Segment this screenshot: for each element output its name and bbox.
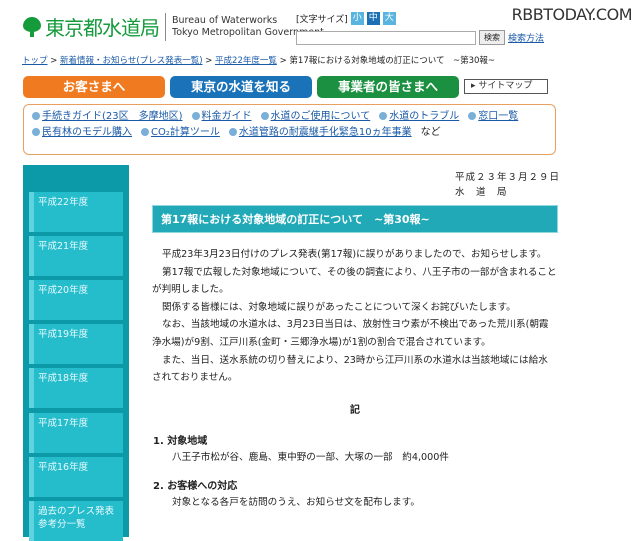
link-trouble[interactable]: 水道のトラブル [389,111,459,122]
section-heading: 1. 対象地域 [153,436,208,447]
bullet-icon [32,112,40,120]
section-text: 対象となる各戸を訪問のうえ、お知らせ文を配布します。 [172,497,420,508]
breadcrumb-h22[interactable]: 平成22年度一覧 [215,56,277,66]
watermark: RBBTODAY.COM [511,5,633,24]
bullet-icon [468,112,477,120]
sidebar-item-archive[interactable]: 過去のプレス発表参考分一覧 [29,501,123,541]
breadcrumb-current: 第17報における対象地域の訂正について ~第30報~ [289,56,496,66]
font-size-label: [文字サイズ] [296,15,348,25]
tab-customers[interactable]: お客さまへ [23,76,165,98]
search-button[interactable]: 検索 [479,30,505,45]
sidebar-item-h17[interactable]: 平成17年度 [29,413,123,453]
sidebar-item-h19[interactable]: 平成19年度 [29,324,123,364]
search-bar: 検索 検索方法 [296,30,544,45]
font-size-large-button[interactable]: 大 [382,12,396,25]
link-co2[interactable]: CO₂計算ツール [151,127,220,138]
link-offices[interactable]: 窓口一覧 [478,111,518,122]
breadcrumb-top[interactable]: トップ [22,56,48,66]
section-text: 八王子市松が谷、鹿島、東中野の一部、大塚の一部 約4,000件 [172,452,449,463]
sidebar-item-h16[interactable]: 平成16年度 [29,457,123,497]
bullet-icon [191,112,200,120]
press-body: 平成23年3月23日付けのプレス発表(第17報)に誤りがありましたので、お知らせ… [152,246,557,387]
link-forest[interactable]: 民有林のモデル購入 [42,127,132,138]
organization: 水 道 局 [455,187,508,198]
paragraph: また、当日、送水系統の切り替えにより、23時から江戸川系の水道水は当該地域には給… [152,354,548,384]
divider [165,12,166,41]
breadcrumb-press[interactable]: 新着情報・お知らせ(プレス発表一覧) [60,56,202,66]
font-size-small-button[interactable]: 小 [350,12,364,25]
section-heading: 2. お客様への対応 [153,481,238,492]
tab-businesses[interactable]: 事業者の皆さまへ [317,76,459,98]
date: 平成２３年３月２９日 [455,172,561,183]
paragraph: 平成23年3月23日付けのプレス発表(第17報)に誤りがありましたので、お知らせ… [162,249,547,260]
bullet-icon [141,128,149,136]
paragraph: 関係する皆様には、対象地域に誤りがあったことについて深くお詫びいたします。 [162,301,516,313]
paragraph: なお、当該地域の水道水は、3月23日当日は、放射性ヨウ素が不検出であった荒川系(… [152,319,549,348]
breadcrumb: トップ > 新着情報・お知らせ(プレス発表一覧) > 平成22年度一覧 > 第1… [22,54,495,66]
breadcrumb-sep: > [50,56,58,66]
breadcrumb-sep: > [279,56,287,66]
sidebar: 平成22年度 平成21年度 平成20年度 平成19年度 平成18年度 平成17年… [23,165,129,541]
notation-heading: 記 [350,405,360,416]
breadcrumb-sep: > [205,56,213,66]
font-size-controls: [文字サイズ] 小 中 大 [296,12,396,25]
font-size-medium-button[interactable]: 中 [366,12,380,25]
link-usage[interactable]: 水道のご使用について [271,111,371,122]
bullet-icon [228,128,237,136]
link-procedures[interactable]: 手続きガイド(23区 多摩地区) [42,111,183,122]
paragraph: 第17報で広報した対象地域について、その後の調査により、八王子市の一部が含まれる… [152,266,557,296]
site-logo[interactable]: 東京都水道局 Bureau of Waterworks Tokyo Metropo… [22,12,324,41]
search-help-link[interactable]: 検索方法 [508,31,544,44]
etc-text: など [420,127,441,138]
date-block: 平成２３年３月２９日 水 道 局 [455,170,560,200]
sitemap-link[interactable]: ▸ サイトマップ [464,79,548,94]
logo-en-line1: Bureau of Waterworks [172,14,278,26]
bullet-icon [32,128,40,136]
bullet-icon [260,112,269,120]
ginkgo-logo-icon [22,16,42,38]
sidebar-item-h20[interactable]: 平成20年度 [29,280,123,320]
sidebar-item-h21[interactable]: 平成21年度 [29,236,123,276]
customer-submenu: 手続きガイド(23区 多摩地区) 料金ガイド 水道のご使用について 水道のトラブル 窓口… [23,104,556,155]
link-seismic[interactable]: 水道管路の耐震継手化緊急10ヵ年事業 [239,127,412,138]
bullet-icon [379,112,388,120]
search-input[interactable] [296,30,476,45]
logo-text: 東京都水道局 [45,16,160,40]
tab-know-tokyo-water[interactable]: 東京の水道を知る [170,76,312,98]
link-fees[interactable]: 料金ガイド [202,111,252,122]
sidebar-item-h22[interactable]: 平成22年度 [29,192,123,232]
page-title: 第17報における対象地域の訂正について ~第30報~ [152,205,558,233]
sidebar-item-h18[interactable]: 平成18年度 [29,368,123,408]
